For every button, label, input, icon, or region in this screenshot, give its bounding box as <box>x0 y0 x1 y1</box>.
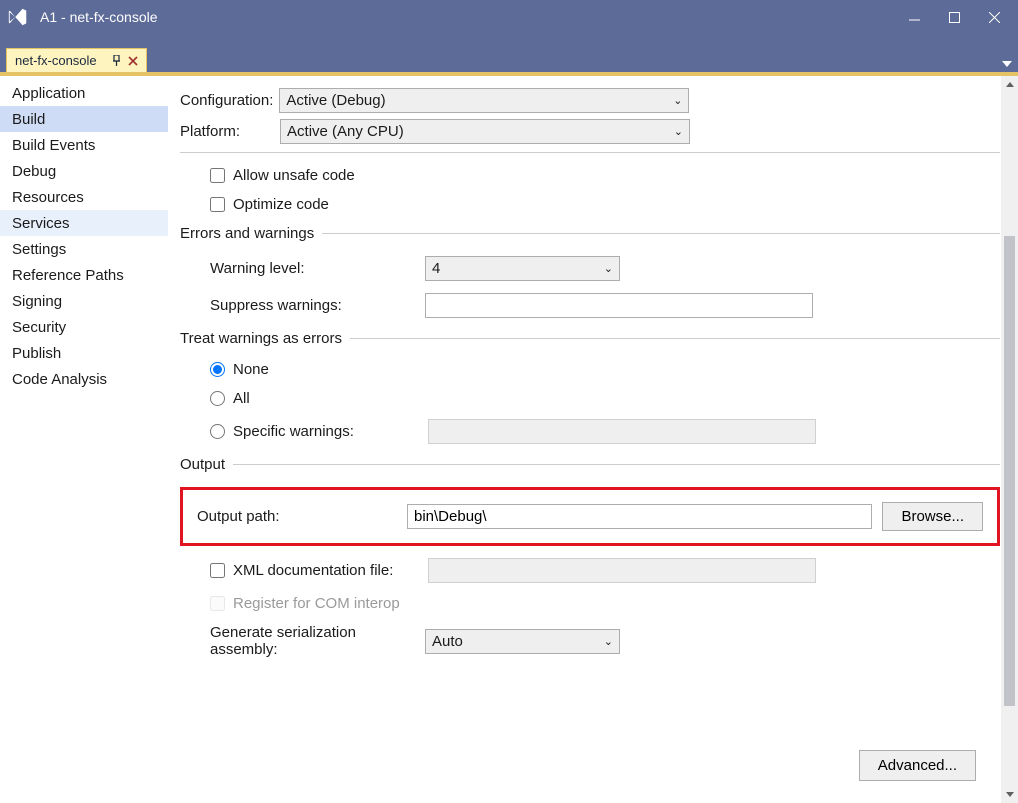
active-files-dropdown-icon[interactable] <box>1002 54 1012 72</box>
configuration-value: Active (Debug) <box>286 92 385 109</box>
nav-signing[interactable]: Signing <box>0 288 168 314</box>
treat-none-radio[interactable] <box>210 362 225 377</box>
nav-build[interactable]: Build <box>0 106 168 132</box>
allow-unsafe-checkbox[interactable] <box>210 168 225 183</box>
nav-build-events[interactable]: Build Events <box>0 132 168 158</box>
title-bar: A1 - net-fx-console <box>0 0 1018 34</box>
maximize-button[interactable] <box>934 2 974 32</box>
xml-doc-label: XML documentation file: <box>233 562 428 579</box>
xml-doc-checkbox[interactable] <box>210 563 225 578</box>
document-tab-bar: net-fx-console <box>0 48 1018 76</box>
gen-serial-dropdown[interactable]: Auto ⌄ <box>425 629 620 654</box>
nav-application[interactable]: Application <box>0 80 168 106</box>
warning-level-value: 4 <box>432 260 440 277</box>
treat-all-radio[interactable] <box>210 391 225 406</box>
vertical-scrollbar[interactable] <box>1001 76 1018 803</box>
warning-level-label: Warning level: <box>210 260 425 277</box>
visual-studio-icon <box>4 3 32 31</box>
configuration-label: Configuration: <box>180 92 273 109</box>
optimize-code-label: Optimize code <box>233 196 329 213</box>
output-path-input[interactable] <box>407 504 872 529</box>
chevron-down-icon: ⌄ <box>673 94 682 107</box>
scroll-up-icon[interactable] <box>1001 76 1018 93</box>
divider <box>350 338 1000 339</box>
close-button[interactable] <box>974 2 1014 32</box>
header-strip <box>0 34 1018 48</box>
treat-none-label: None <box>233 361 269 378</box>
tab-net-fx-console[interactable]: net-fx-console <box>6 48 147 72</box>
register-com-label: Register for COM interop <box>233 595 400 612</box>
nav-resources[interactable]: Resources <box>0 184 168 210</box>
treat-all-label: All <box>233 390 250 407</box>
advanced-button[interactable]: Advanced... <box>859 750 976 781</box>
configuration-dropdown[interactable]: Active (Debug) ⌄ <box>279 88 689 113</box>
nav-security[interactable]: Security <box>0 314 168 340</box>
chevron-down-icon: ⌄ <box>604 635 613 648</box>
divider <box>180 152 1000 153</box>
project-properties-nav: Application Build Build Events Debug Res… <box>0 76 168 803</box>
platform-label: Platform: <box>180 123 240 140</box>
suppress-warnings-label: Suppress warnings: <box>210 297 425 314</box>
nav-publish[interactable]: Publish <box>0 340 168 366</box>
xml-doc-input <box>428 558 816 583</box>
chevron-down-icon: ⌄ <box>604 262 613 275</box>
allow-unsafe-label: Allow unsafe code <box>233 167 355 184</box>
warning-level-dropdown[interactable]: 4 ⌄ <box>425 256 620 281</box>
treat-specific-input <box>428 419 816 444</box>
output-path-label: Output path: <box>197 508 407 525</box>
errors-warnings-heading: Errors and warnings <box>180 225 314 242</box>
tab-label: net-fx-console <box>15 53 97 68</box>
treat-specific-radio[interactable] <box>210 424 225 439</box>
scroll-down-icon[interactable] <box>1001 786 1018 803</box>
register-com-checkbox <box>210 596 225 611</box>
nav-code-analysis[interactable]: Code Analysis <box>0 366 168 392</box>
build-settings-panel: Configuration: Active (Debug) ⌄ Platform… <box>168 76 1018 803</box>
output-heading: Output <box>180 456 225 473</box>
optimize-code-checkbox[interactable] <box>210 197 225 212</box>
treat-warnings-heading: Treat warnings as errors <box>180 330 342 347</box>
chevron-down-icon: ⌄ <box>674 125 683 138</box>
window-title: A1 - net-fx-console <box>40 9 158 25</box>
gen-serial-label: Generate serialization assembly: <box>210 624 425 658</box>
pin-icon[interactable] <box>111 55 122 66</box>
minimize-button[interactable] <box>894 2 934 32</box>
gen-serial-value: Auto <box>432 633 463 650</box>
nav-services[interactable]: Services <box>0 210 168 236</box>
output-path-highlight: Output path: Browse... <box>180 487 1000 546</box>
nav-reference-paths[interactable]: Reference Paths <box>0 262 168 288</box>
divider <box>322 233 1000 234</box>
close-tab-icon[interactable] <box>128 56 138 66</box>
suppress-warnings-input[interactable] <box>425 293 813 318</box>
nav-settings[interactable]: Settings <box>0 236 168 262</box>
platform-dropdown[interactable]: Active (Any CPU) ⌄ <box>280 119 690 144</box>
browse-button[interactable]: Browse... <box>882 502 983 531</box>
nav-debug[interactable]: Debug <box>0 158 168 184</box>
divider <box>233 464 1000 465</box>
platform-value: Active (Any CPU) <box>287 123 404 140</box>
scroll-thumb[interactable] <box>1004 236 1015 706</box>
treat-specific-label: Specific warnings: <box>233 423 428 440</box>
